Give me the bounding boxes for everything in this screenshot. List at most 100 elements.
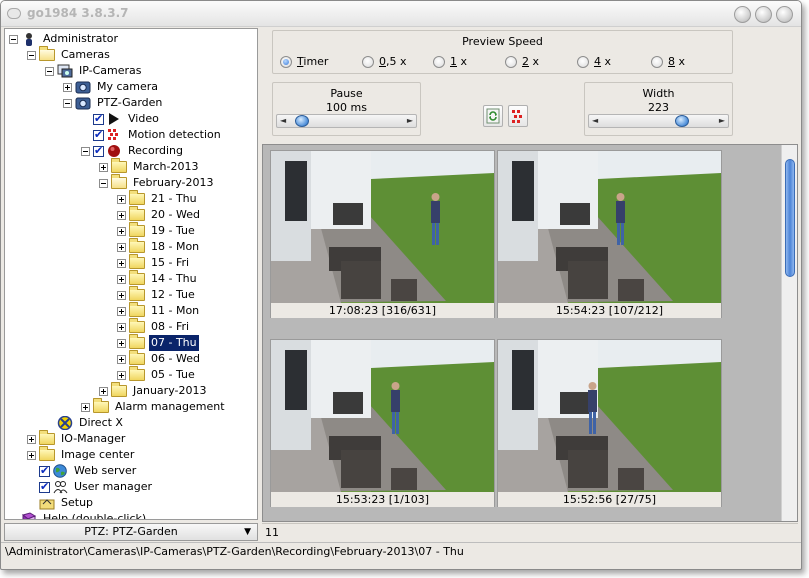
- expand-icon[interactable]: [81, 402, 90, 412]
- width-slider-thumb[interactable]: [674, 115, 689, 127]
- tree-item[interactable]: Direct X: [45, 415, 125, 431]
- tree-item[interactable]: PTZ-Garden: [63, 95, 164, 111]
- expand-icon[interactable]: [99, 386, 108, 396]
- tree-item[interactable]: 18 - Mon: [117, 238, 201, 255]
- enabled-checkbox[interactable]: [93, 111, 104, 127]
- tree-item[interactable]: Setup: [27, 495, 95, 511]
- speed-option-radio[interactable]: 8 x: [651, 55, 685, 68]
- tree-item[interactable]: 06 - Wed: [117, 350, 202, 367]
- tree-item[interactable]: 15 - Fri: [117, 254, 191, 271]
- expand-icon[interactable]: [117, 258, 126, 268]
- tree-item[interactable]: 07 - Thu: [117, 334, 199, 351]
- width-slider[interactable]: ◄ ►: [588, 114, 729, 128]
- expand-icon[interactable]: [117, 194, 126, 204]
- tree-item[interactable]: 08 - Fri: [117, 318, 191, 335]
- collapse-icon[interactable]: [99, 178, 108, 188]
- tree-item-label: 18 - Mon: [151, 240, 200, 253]
- recording-thumbnail[interactable]: 17:08:23 [316/631]: [270, 150, 495, 318]
- radio-icon[interactable]: [651, 55, 663, 68]
- expand-icon[interactable]: [117, 210, 126, 220]
- enabled-checkbox[interactable]: [39, 479, 50, 495]
- chevron-down-icon[interactable]: ▼: [244, 524, 251, 540]
- grid-scrollbar-thumb[interactable]: [785, 159, 795, 277]
- slider-right-arrow-icon[interactable]: ►: [407, 115, 413, 127]
- tree-item[interactable]: Alarm management: [81, 398, 227, 415]
- expand-icon[interactable]: [63, 82, 72, 92]
- tree-item[interactable]: 21 - Thu: [117, 190, 199, 207]
- title-bar[interactable]: go1984 3.8.3.7: [1, 1, 801, 27]
- expand-icon[interactable]: [27, 450, 36, 460]
- tree-item[interactable]: My camera: [63, 79, 160, 95]
- slider-right-arrow-icon[interactable]: ►: [719, 115, 725, 127]
- recording-thumbnail[interactable]: 15:53:23 [1/103]: [270, 339, 495, 507]
- tree-item[interactable]: January-2013: [99, 382, 208, 399]
- pause-slider-thumb[interactable]: [294, 115, 309, 127]
- expand-icon[interactable]: [117, 226, 126, 236]
- collapse-icon[interactable]: [9, 34, 18, 44]
- motion-grid-button[interactable]: [508, 105, 528, 127]
- tree-item[interactable]: February-2013: [99, 174, 216, 191]
- expand-icon[interactable]: [117, 242, 126, 252]
- tree-item[interactable]: IO-Manager: [27, 430, 127, 447]
- tree-item[interactable]: 19 - Tue: [117, 222, 197, 239]
- navigation-tree[interactable]: Administrator Cameras IP-Cameras My camera P…: [4, 28, 258, 520]
- recording-thumbnail[interactable]: 15:54:23 [107/212]: [497, 150, 722, 318]
- speed-option-radio[interactable]: 0,5 x: [362, 55, 407, 68]
- tree-item[interactable]: 14 - Thu: [117, 270, 199, 287]
- speed-option-radio[interactable]: 1 x: [433, 55, 467, 68]
- tree-item[interactable]: 12 - Tue: [117, 286, 197, 303]
- radio-icon[interactable]: [577, 55, 589, 68]
- recording-thumbnail[interactable]: 15:52:56 [27/75]: [497, 339, 722, 507]
- maximize-button[interactable]: [755, 6, 772, 23]
- tree-item[interactable]: Motion detection: [81, 127, 223, 143]
- expand-icon[interactable]: [117, 338, 126, 348]
- collapse-icon[interactable]: [63, 98, 72, 108]
- minimize-button[interactable]: [734, 6, 751, 23]
- refresh-button[interactable]: [483, 105, 503, 127]
- slider-left-arrow-icon[interactable]: ◄: [280, 115, 286, 127]
- speed-option-radio[interactable]: Timer: [280, 55, 328, 68]
- expand-icon[interactable]: [27, 434, 36, 444]
- tree-item[interactable]: Web server: [27, 463, 138, 479]
- radio-icon[interactable]: [433, 55, 445, 68]
- tree-item[interactable]: Image center: [27, 446, 136, 463]
- expand-icon[interactable]: [117, 322, 126, 332]
- folder-icon: [129, 366, 145, 381]
- radio-icon[interactable]: [505, 55, 517, 68]
- expand-icon[interactable]: [117, 274, 126, 284]
- enabled-checkbox[interactable]: [93, 127, 104, 143]
- tree-item[interactable]: IP-Cameras: [45, 63, 144, 79]
- tree-item[interactable]: Cameras: [27, 46, 112, 63]
- tree-item-label: January-2013: [133, 384, 207, 397]
- tree-item[interactable]: 20 - Wed: [117, 206, 202, 223]
- radio-icon[interactable]: [362, 55, 374, 68]
- grid-scrollbar[interactable]: [781, 145, 797, 521]
- tree-item[interactable]: Recording: [81, 143, 185, 159]
- thumbnail-grid[interactable]: 17:08:23 [316/631] 15:54:23 [107/212] 15:5…: [262, 144, 798, 522]
- expand-icon[interactable]: [99, 162, 108, 172]
- enabled-checkbox[interactable]: [93, 143, 104, 159]
- expand-icon[interactable]: [117, 370, 126, 380]
- collapse-icon[interactable]: [45, 66, 54, 76]
- speed-option-radio[interactable]: 4 x: [577, 55, 611, 68]
- expand-icon[interactable]: [117, 290, 126, 300]
- tree-item[interactable]: Help (double-click): [9, 511, 148, 519]
- tree-item[interactable]: Administrator: [9, 31, 120, 47]
- expand-icon[interactable]: [117, 354, 126, 364]
- radio-icon[interactable]: [280, 55, 292, 68]
- slider-left-arrow-icon[interactable]: ◄: [592, 115, 598, 127]
- frame-field[interactable]: 11: [262, 523, 798, 541]
- close-button[interactable]: [776, 6, 793, 23]
- tree-item[interactable]: 05 - Tue: [117, 366, 197, 383]
- tree-item[interactable]: Video: [81, 111, 161, 127]
- expand-icon[interactable]: [117, 306, 126, 316]
- tree-item[interactable]: User manager: [27, 479, 154, 495]
- collapse-icon[interactable]: [81, 146, 90, 156]
- speed-option-radio[interactable]: 2 x: [505, 55, 539, 68]
- tree-item[interactable]: March-2013: [99, 158, 201, 175]
- collapse-icon[interactable]: [27, 50, 36, 60]
- enabled-checkbox[interactable]: [39, 463, 50, 479]
- camera-select[interactable]: PTZ: PTZ-Garden ▼: [4, 523, 258, 541]
- tree-item[interactable]: 11 - Mon: [117, 302, 201, 319]
- pause-slider[interactable]: ◄ ►: [276, 114, 417, 128]
